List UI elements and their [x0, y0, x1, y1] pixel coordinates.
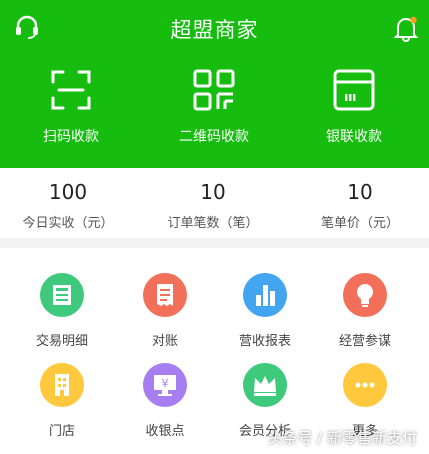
unionpay-button[interactable]: 银联收款	[294, 68, 414, 146]
tile-label: 对账	[151, 334, 178, 349]
tile-cashier-point[interactable]: ¥ 收银点	[115, 363, 215, 439]
scan-pay-button[interactable]: 扫码收款	[11, 68, 131, 146]
svg-text:¥: ¥	[162, 377, 169, 390]
stat-order-count[interactable]: 10 订单笔数（笔）	[143, 180, 283, 231]
qr-pay-button[interactable]: 二维码收款	[154, 68, 274, 146]
tile-business-advisor[interactable]: 经营参谋	[315, 273, 415, 349]
notification-bell-icon[interactable]	[393, 14, 419, 46]
qr-code-icon	[154, 68, 274, 112]
tile-label: 营收报表	[238, 334, 291, 349]
feature-grid: 交易明细 对账 营收报表 经营参谋 门店 ¥ 收银点 会员分析 更多	[0, 248, 429, 454]
stat-today-income[interactable]: 100 今日实收（元）	[0, 180, 138, 231]
tile-revenue-report[interactable]: 营收报表	[215, 273, 315, 349]
header-bar: 超盟商家 扫码收款 二维码收款 银联收款	[0, 0, 429, 168]
stat-avg-price[interactable]: 10 笔单价（元）	[290, 180, 429, 231]
more-dots-icon	[343, 363, 387, 407]
cashier-monitor-icon: ¥	[143, 363, 187, 407]
stat-label: 今日实收（元）	[22, 216, 114, 231]
tile-label: 门店	[48, 424, 75, 439]
watermark: 头条号 / 新零售新支付	[267, 429, 417, 447]
transaction-list-icon	[40, 273, 84, 317]
tile-reconciliation[interactable]: 对账	[115, 273, 215, 349]
action-label: 银联收款	[326, 129, 382, 145]
stat-label: 笔单价（元）	[320, 216, 399, 231]
tile-transaction-details[interactable]: 交易明细	[12, 273, 112, 349]
stat-value: 10	[200, 180, 226, 204]
page-title: 超盟商家	[170, 18, 259, 42]
scan-icon	[11, 68, 131, 112]
crown-icon	[243, 363, 287, 407]
stat-value: 10	[347, 180, 373, 204]
stat-label: 订单笔数（笔）	[167, 216, 259, 231]
card-terminal-icon	[294, 68, 414, 112]
stat-value: 100	[48, 180, 88, 204]
stats-panel: 100 今日实收（元） 10 订单笔数（笔） 10 笔单价（元）	[0, 168, 429, 238]
action-label: 扫码收款	[43, 129, 99, 145]
lightbulb-icon	[343, 273, 387, 317]
tile-label: 收银点	[145, 424, 185, 439]
bar-chart-icon	[243, 273, 287, 317]
action-label: 二维码收款	[179, 129, 249, 145]
receipt-icon	[143, 273, 187, 317]
tile-label: 经营参谋	[338, 334, 391, 349]
tile-label: 交易明细	[35, 334, 88, 349]
tile-store[interactable]: 门店	[12, 363, 112, 439]
store-building-icon	[40, 363, 84, 407]
